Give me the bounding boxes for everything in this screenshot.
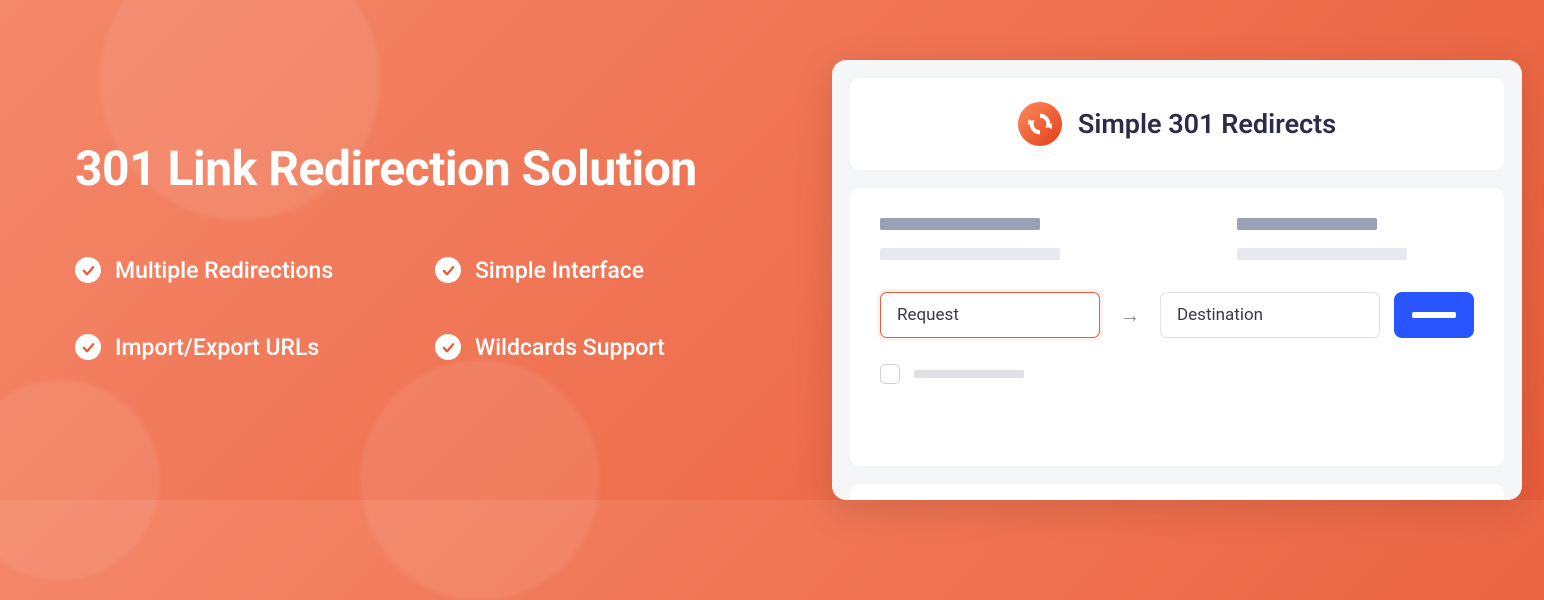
destination-input[interactable]: Destination xyxy=(1160,292,1380,338)
feature-label: Multiple Redirections xyxy=(115,257,333,284)
app-footer-panel xyxy=(850,484,1504,500)
submit-button[interactable] xyxy=(1394,292,1474,338)
feature-label: Import/Export URLs xyxy=(115,334,319,361)
app-header: Simple 301 Redirects xyxy=(850,78,1504,170)
feature-item: Import/Export URLs xyxy=(75,334,435,361)
check-icon xyxy=(435,257,461,283)
arrow-right-icon: → xyxy=(1114,303,1146,328)
app-body: Request → Destination xyxy=(850,188,1504,466)
skeleton-placeholder xyxy=(914,370,1024,378)
skeleton-placeholder xyxy=(880,248,1060,260)
check-icon xyxy=(75,257,101,283)
check-icon xyxy=(435,334,461,360)
skeleton-placeholder xyxy=(1237,248,1407,260)
hero-heading: 301 Link Redirection Solution xyxy=(75,140,832,197)
feature-item: Simple Interface xyxy=(435,257,735,284)
feature-list: Multiple Redirections Simple Interface I… xyxy=(75,257,832,361)
wildcard-checkbox[interactable] xyxy=(880,364,900,384)
feature-label: Wildcards Support xyxy=(475,334,665,361)
app-title: Simple 301 Redirects xyxy=(1078,108,1336,140)
feature-item: Wildcards Support xyxy=(435,334,735,361)
skeleton-placeholder xyxy=(880,218,1040,230)
check-icon xyxy=(75,334,101,360)
skeleton-placeholder xyxy=(1237,218,1377,230)
request-input[interactable]: Request xyxy=(880,292,1100,338)
feature-label: Simple Interface xyxy=(475,257,644,284)
feature-item: Multiple Redirections xyxy=(75,257,435,284)
app-logo-icon xyxy=(1018,102,1062,146)
app-window: Simple 301 Redirects Req xyxy=(832,60,1522,500)
